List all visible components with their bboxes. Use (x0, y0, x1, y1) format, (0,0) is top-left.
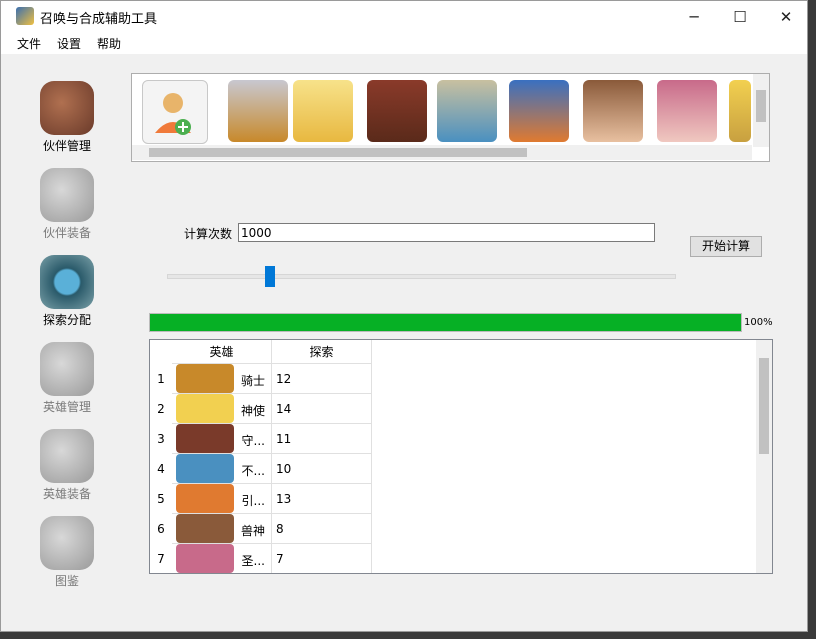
table-row[interactable]: 2 神使 14 (150, 394, 372, 424)
app-icon (16, 7, 34, 25)
hero-portrait (176, 394, 234, 423)
hero-cell[interactable]: 不... (172, 454, 272, 484)
hero-name: 圣... (241, 554, 265, 568)
calc-count-label: 计算次数 (184, 227, 233, 241)
hero-cell[interactable]: 兽神 (172, 514, 272, 544)
sidebar-label: 图鉴 (54, 574, 79, 588)
row-number: 4 (157, 462, 165, 476)
slider-track[interactable] (167, 274, 676, 279)
robot-portrait[interactable] (437, 80, 497, 142)
explore-assign-icon (40, 255, 94, 309)
knight-portrait[interactable] (228, 80, 288, 142)
hero-cell[interactable]: 骑士 (172, 364, 272, 394)
sidebar-label: 英雄装备 (42, 487, 91, 501)
hero-manage-icon (40, 342, 94, 396)
sidebar-label: 英雄管理 (42, 400, 91, 414)
hero-cell[interactable]: 圣... (172, 544, 272, 573)
row-number: 3 (157, 432, 165, 446)
sidebar-item-hero-manage[interactable]: 英雄管理 (37, 342, 97, 415)
row-number: 1 (157, 372, 165, 386)
title-bar[interactable]: 召唤与合成辅助工具 ─ ☐ ✕ (1, 1, 807, 32)
column-header-explore[interactable]: 探索 (272, 340, 372, 364)
hero-portrait (176, 514, 234, 543)
partner-equip-icon (40, 168, 94, 222)
row-number: 5 (157, 492, 165, 506)
explore-cell[interactable]: 12 (272, 364, 372, 394)
maximize-button[interactable]: ☐ (717, 1, 763, 32)
app-window: 召唤与合成辅助工具 ─ ☐ ✕ 文件 设置 帮助 伙伴管理 伙伴装备 探索分配 … (0, 0, 808, 632)
progress-fill (150, 314, 741, 331)
portrait-horizontal-scrollbar[interactable] (132, 145, 752, 160)
hero-name: 守... (241, 434, 265, 448)
window-title: 召唤与合成辅助工具 (40, 12, 158, 27)
partner-manage-icon (40, 81, 94, 135)
hero-name: 兽神 (240, 524, 265, 538)
table-row[interactable]: 3 守... 11 (150, 424, 372, 454)
explore-cell[interactable]: 14 (272, 394, 372, 424)
menu-bar: 文件 设置 帮助 (1, 32, 807, 54)
sidebar-item-hero-equip[interactable]: 英雄装备 (37, 429, 97, 502)
hero-name: 不... (241, 464, 265, 478)
hero-name: 骑士 (240, 374, 265, 388)
row-number: 7 (157, 552, 165, 566)
hero-explore-grid[interactable]: 英雄 探索 1 骑士 12 2 神使 14 3 守... 11 4 不... 10 5 引... 13 6 兽神… (149, 339, 773, 574)
hero-cell[interactable]: 引... (172, 484, 272, 514)
hero-cell[interactable]: 守... (172, 424, 272, 454)
sidebar-item-partner-equip[interactable]: 伙伴装备 (37, 168, 97, 241)
grid-vertical-scrollbar[interactable] (756, 340, 772, 573)
portrait-panel (131, 73, 770, 162)
sidebar-label: 探索分配 (42, 313, 91, 327)
table-row[interactable]: 5 引... 13 (150, 484, 372, 514)
explore-cell[interactable]: 8 (272, 514, 372, 544)
explore-cell[interactable]: 7 (272, 544, 372, 573)
slider-thumb[interactable] (265, 266, 275, 287)
sidebar-item-explore-assign[interactable]: 探索分配 (37, 255, 97, 328)
hero-equip-icon (40, 429, 94, 483)
table-row[interactable]: 7 圣... 7 (150, 544, 372, 573)
row-number: 2 (157, 402, 165, 416)
start-calc-button[interactable]: 开始计算 (690, 236, 762, 257)
menu-settings[interactable]: 设置 (57, 35, 81, 52)
hero-portrait (176, 484, 234, 513)
explore-cell[interactable]: 11 (272, 424, 372, 454)
hero-cell[interactable]: 神使 (172, 394, 272, 424)
codex-icon (40, 516, 94, 570)
menu-file[interactable]: 文件 (17, 35, 41, 52)
sidebar-label: 伙伴管理 (42, 139, 91, 153)
guardian-portrait[interactable] (367, 80, 427, 142)
close-button[interactable]: ✕ (763, 1, 809, 32)
calc-count-input[interactable]: 1000 (238, 223, 655, 242)
menu-help[interactable]: 帮助 (97, 35, 121, 52)
hero-portrait (176, 454, 234, 483)
beastgirl-portrait[interactable] (657, 80, 717, 142)
table-row[interactable]: 6 兽神 8 (150, 514, 372, 544)
sidebar-item-codex[interactable]: 图鉴 (37, 516, 97, 589)
sidebar-item-partner-manage[interactable]: 伙伴管理 (37, 81, 97, 154)
add-partner-icon[interactable] (142, 80, 208, 144)
explore-cell[interactable]: 10 (272, 454, 372, 484)
hero-portrait (176, 544, 234, 573)
table-row[interactable]: 4 不... 10 (150, 454, 372, 484)
portrait-vertical-scrollbar[interactable] (753, 74, 769, 147)
sidebar-label: 伙伴装备 (42, 226, 91, 240)
column-header-hero[interactable]: 英雄 (172, 340, 272, 364)
girl-portrait[interactable] (729, 80, 751, 142)
progress-percent: 100% (744, 317, 773, 328)
table-row[interactable]: 1 骑士 12 (150, 364, 372, 394)
hero-portrait (176, 364, 234, 393)
hero-portrait (176, 424, 234, 453)
hero-name: 神使 (240, 404, 265, 418)
explore-cell[interactable]: 13 (272, 484, 372, 514)
row-number: 6 (157, 522, 165, 536)
hero-name: 引... (241, 494, 265, 508)
minimize-button[interactable]: ─ (671, 1, 717, 32)
maiden-portrait[interactable] (583, 80, 643, 142)
fish-portrait[interactable] (509, 80, 569, 142)
progress-bar (149, 313, 742, 332)
angel-portrait[interactable] (293, 80, 353, 142)
